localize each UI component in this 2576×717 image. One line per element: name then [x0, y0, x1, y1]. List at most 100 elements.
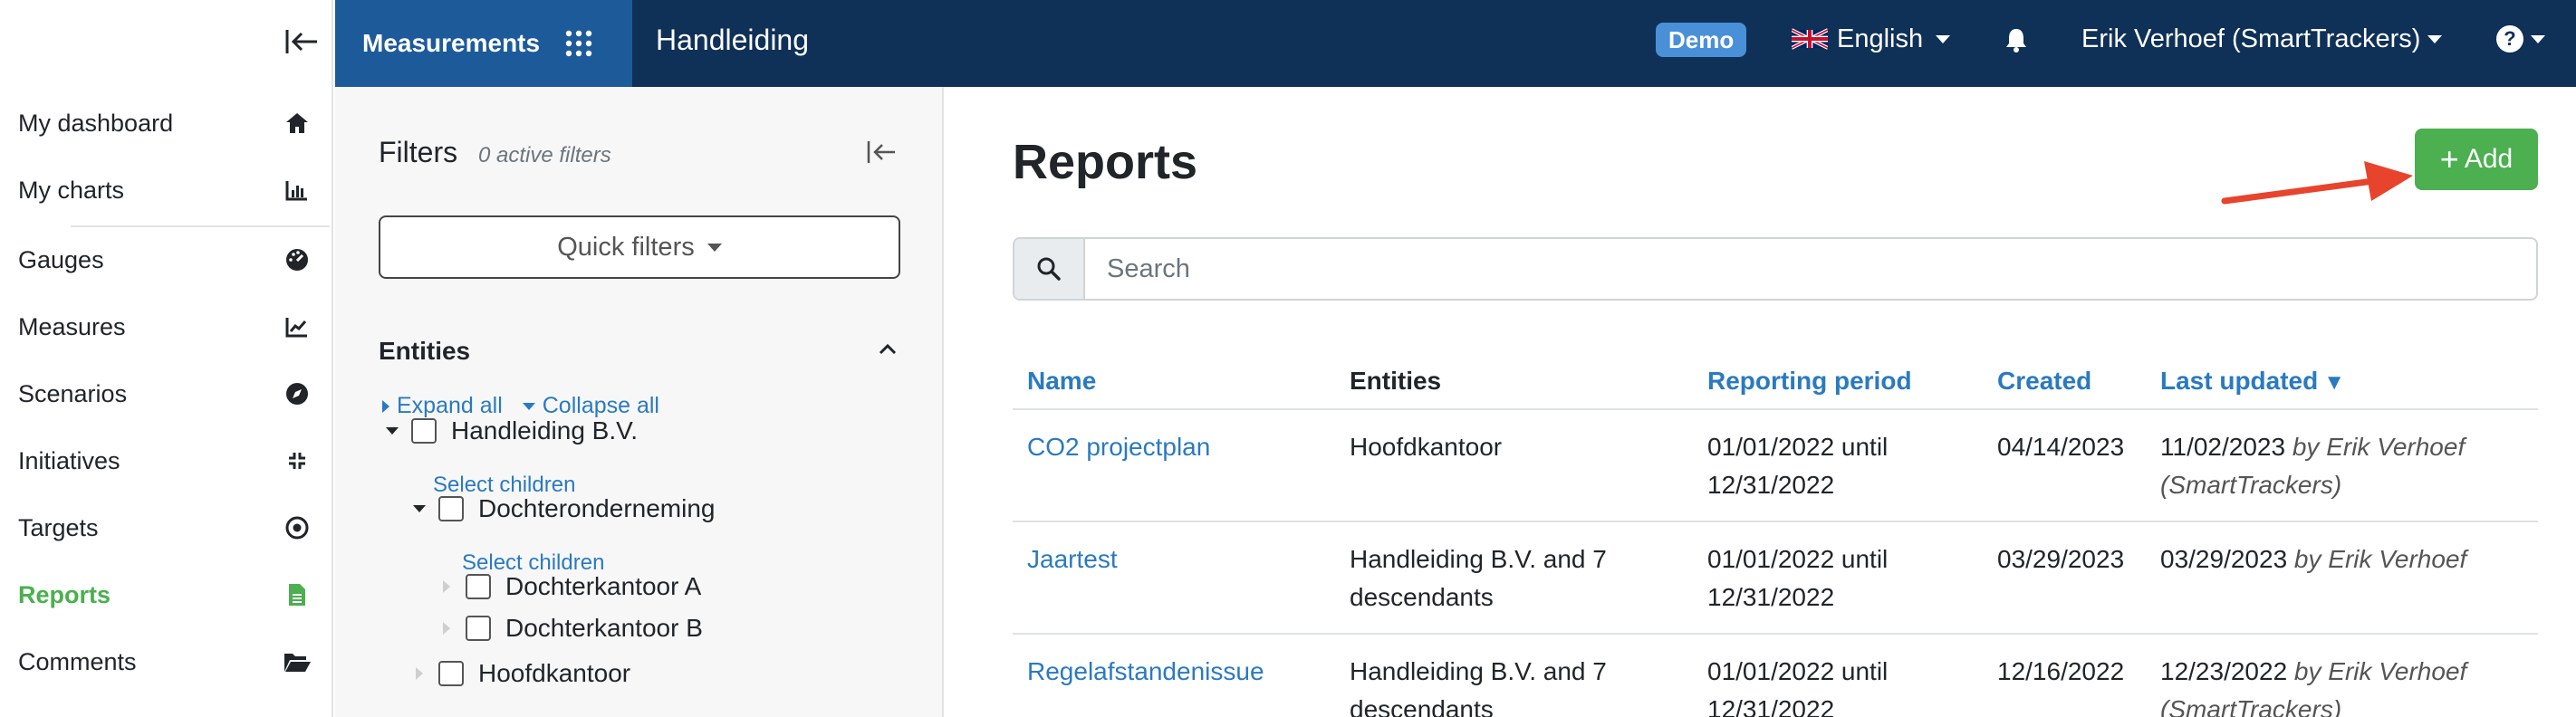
entity-checkbox[interactable]	[466, 616, 491, 641]
sidebar-item-comments[interactable]: Comments	[0, 635, 332, 689]
report-entities: Handleiding B.V. and 7 descendants	[1335, 521, 1693, 635]
report-name-link[interactable]: CO2 projectplan	[1027, 433, 1210, 461]
sort-desc-icon: ▼	[2323, 370, 2345, 395]
sidebar-item-my-dashboard[interactable]: My dashboard	[0, 96, 332, 150]
sidebar-item-label: Targets	[18, 513, 99, 541]
sidebar-item-label: My dashboard	[18, 109, 174, 137]
column-header-last-updated[interactable]: Last updated ▼	[2146, 342, 2538, 410]
report-period: 01/01/2022 until 12/31/2022	[1693, 521, 1983, 635]
sidebar-item-targets[interactable]: Targets	[0, 501, 332, 555]
app-switcher[interactable]: Measurements	[335, 0, 632, 87]
expand-all-link[interactable]: Expand all	[382, 393, 503, 419]
tree-node-label: Handleiding B.V.	[451, 416, 639, 445]
tree-node-dochterkantoor-b: Dochterkantoor B	[433, 614, 703, 643]
search-input[interactable]	[1085, 239, 2536, 299]
tree-expand-toggle[interactable]	[379, 427, 406, 435]
report-created: 12/16/2022	[1983, 634, 2146, 717]
tree-node-hoofdkantoor: Hoofdkantoor	[406, 659, 630, 688]
report-period: 01/01/2022 until 12/31/2022	[1693, 409, 1983, 522]
tree-expand-toggle[interactable]	[406, 505, 433, 512]
caret-down-icon	[386, 427, 399, 435]
updated-date: 03/29/2023	[2160, 545, 2288, 573]
tree-node-label: Hoofdkantoor	[478, 659, 631, 687]
collapse-left-icon	[285, 30, 317, 53]
reports-main: Reports + Add Name Entities Reporting pe…	[969, 87, 2576, 717]
sidebar-item-label: My charts	[18, 176, 125, 204]
period-start: 01/01/2022 until	[1707, 545, 1889, 573]
report-updated: 12/23/2022 by Erik Verhoef (SmartTracker…	[2146, 634, 2538, 717]
sidebar-item-label: Scenarios	[18, 379, 128, 407]
tree-node-label: Dochteronderneming	[478, 494, 716, 522]
help-icon: ?	[2496, 25, 2523, 53]
chevron-down-icon	[706, 243, 722, 252]
sidebar-item-reports[interactable]: Reports	[0, 568, 332, 622]
tree-expand-controls: Expand all Collapse all	[382, 393, 659, 419]
current-page-label[interactable]: Handleiding	[656, 24, 809, 57]
entity-checkbox[interactable]	[438, 661, 464, 686]
search-icon	[1014, 239, 1085, 299]
updated-by: by Erik Verhoef	[2293, 545, 2467, 573]
tree-expand-toggle[interactable]	[433, 622, 460, 635]
collapse-filters-button[interactable]	[862, 134, 900, 170]
table-row: CO2 projectplan Hoofdkantoor 01/01/2022 …	[1013, 409, 2538, 522]
caret-down-icon	[522, 403, 535, 411]
bar-chart-icon	[283, 176, 312, 205]
notifications-button[interactable]	[1998, 22, 2034, 58]
top-navbar: Measurements Handleiding Demo English Er…	[335, 0, 2576, 87]
main-sidebar: My dashboard My charts Gauges Measures S…	[0, 0, 333, 717]
target-icon	[283, 513, 312, 542]
sidebar-item-gauges[interactable]: Gauges	[0, 233, 332, 287]
search-bar	[1013, 237, 2538, 301]
entity-checkbox[interactable]	[411, 418, 437, 444]
sidebar-item-label: Initiatives	[18, 446, 120, 474]
quick-filters-label: Quick filters	[557, 232, 695, 262]
updated-date: 12/23/2022	[2160, 657, 2288, 685]
grid-menu-icon	[565, 30, 592, 57]
chevron-down-icon	[1936, 34, 1951, 43]
user-menu-dropdown[interactable]: Erik Verhoef (SmartTrackers)	[2081, 20, 2443, 58]
report-name-link[interactable]: Jaartest	[1027, 545, 1118, 573]
page-title: Reports	[1013, 135, 1198, 189]
line-chart-icon	[283, 312, 312, 341]
add-report-button[interactable]: + Add	[2415, 129, 2538, 190]
filters-panel: Filters 0 active filters Quick filters E…	[335, 87, 944, 717]
bell-icon	[2006, 29, 2026, 53]
table-row: Regelafstandenissue Handleiding B.V. and…	[1013, 634, 2538, 717]
entity-checkbox[interactable]	[466, 574, 491, 599]
column-header-name[interactable]: Name	[1013, 342, 1335, 410]
column-header-created[interactable]: Created	[1983, 342, 2146, 410]
entity-checkbox[interactable]	[438, 496, 464, 521]
sidebar-item-measures[interactable]: Measures	[0, 300, 332, 354]
report-name-link[interactable]: Regelafstandenissue	[1027, 657, 1264, 685]
sidebar-item-scenarios[interactable]: Scenarios	[0, 367, 332, 421]
sidebar-divider	[71, 225, 330, 227]
sidebar-item-initiatives[interactable]: Initiatives	[0, 434, 332, 488]
file-icon	[283, 580, 312, 609]
collapse-sidebar-button[interactable]	[283, 24, 321, 60]
language-dropdown[interactable]: English	[1792, 20, 1951, 58]
help-dropdown[interactable]: ?	[2496, 20, 2545, 58]
report-period: 01/01/2022 until 12/31/2022	[1693, 634, 1983, 717]
collapse-all-link[interactable]: Collapse all	[522, 393, 659, 419]
plus-icon: +	[2439, 140, 2459, 177]
caret-right-icon	[443, 580, 450, 593]
collapse-all-label: Collapse all	[542, 393, 659, 418]
tree-node-dochterkantoor-a: Dochterkantoor A	[433, 572, 701, 601]
entities-heading: Entities	[379, 337, 471, 365]
quick-filters-dropdown[interactable]: Quick filters	[379, 215, 900, 279]
user-name: Erik Verhoef (SmartTrackers)	[2081, 24, 2421, 53]
column-header-reporting-period[interactable]: Reporting period	[1693, 342, 1983, 410]
language-label: English	[1837, 24, 1924, 53]
sidebar-item-my-charts[interactable]: My charts	[0, 163, 332, 217]
caret-right-icon	[443, 622, 450, 635]
uk-flag-icon	[1792, 28, 1828, 50]
report-entities: Handleiding B.V. and 7 descendants	[1335, 634, 1693, 717]
entities-collapse-toggle[interactable]	[875, 337, 902, 364]
gauge-icon	[283, 245, 312, 274]
collapse-left-icon	[867, 141, 895, 163]
sidebar-item-label: Reports	[18, 580, 111, 608]
caret-down-icon	[413, 505, 426, 512]
tree-expand-toggle[interactable]	[406, 667, 433, 680]
report-entities: Hoofdkantoor	[1335, 409, 1693, 522]
tree-expand-toggle[interactable]	[433, 580, 460, 593]
